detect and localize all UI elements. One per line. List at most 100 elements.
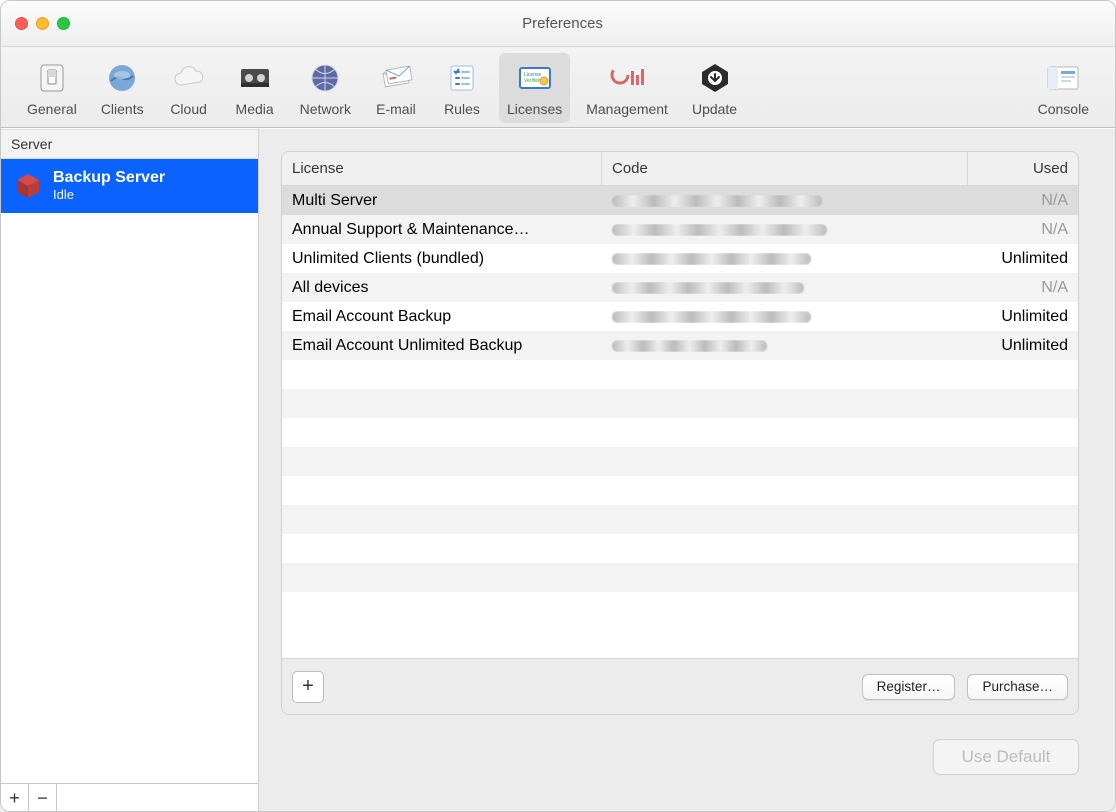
cell-license: Unlimited Clients (bundled) (282, 250, 602, 268)
update-icon (694, 57, 736, 99)
redacted-code (612, 253, 811, 265)
col-code[interactable]: Code (602, 152, 968, 185)
minimize-button[interactable] (36, 17, 49, 30)
register-button[interactable]: Register… (862, 674, 956, 700)
switch-icon (31, 57, 73, 99)
cell-code (602, 311, 968, 323)
table-row[interactable]: Multi Server N/A (282, 186, 1078, 215)
cell-license: Multi Server (282, 192, 602, 210)
zoom-button[interactable] (57, 17, 70, 30)
toolbar-label: General (27, 101, 77, 117)
tape-icon (234, 57, 276, 99)
window-title: Preferences (70, 15, 1055, 32)
licenses-panel: License Code Used Multi ServerN/AAnnual … (281, 151, 1079, 715)
table-row (282, 447, 1078, 476)
cell-license: Annual Support & Maintenance… (282, 221, 602, 239)
toolbar-item-rules[interactable]: Rules (433, 53, 491, 123)
panel-footer: + Register… Purchase… (282, 658, 1078, 714)
cell-code (602, 282, 968, 294)
toolbar: General Clients Cloud Media (1, 47, 1115, 128)
cell-used: Unlimited (968, 250, 1078, 268)
toolbar-label: E-mail (376, 101, 416, 117)
cell-used: Unlimited (968, 308, 1078, 326)
table-row[interactable]: Email Account Unlimited Backup Unlimited (282, 331, 1078, 360)
toolbar-item-cloud[interactable]: Cloud (160, 53, 218, 123)
content-pane: License Code Used Multi ServerN/AAnnual … (259, 129, 1115, 811)
table-row (282, 360, 1078, 389)
cell-license: All devices (282, 279, 602, 297)
table-row[interactable]: Unlimited Clients (bundled) Unlimited (282, 244, 1078, 273)
mail-icon (375, 57, 417, 99)
toolbar-item-media[interactable]: Media (226, 53, 284, 123)
col-used[interactable]: Used (968, 152, 1078, 185)
sidebar-item-text: Backup Server Idle (53, 169, 165, 203)
cell-code (602, 224, 968, 236)
traffic-lights (15, 17, 70, 30)
col-license[interactable]: License (282, 152, 602, 185)
network-icon (304, 57, 346, 99)
sidebar: Server Backup Server Idle + − (1, 129, 259, 811)
toolbar-item-licenses[interactable]: LicenseVerified Licenses (499, 53, 570, 123)
sidebar-add-button[interactable]: + (1, 784, 29, 812)
server-cube-icon (13, 171, 43, 201)
toolbar-item-console[interactable]: Console (1030, 53, 1097, 123)
toolbar-item-update[interactable]: Update (684, 53, 745, 123)
table-row (282, 563, 1078, 592)
dashboard-icon (606, 57, 648, 99)
cell-used: N/A (968, 192, 1078, 210)
close-button[interactable] (15, 17, 28, 30)
use-default-button[interactable]: Use Default (933, 739, 1079, 775)
toolbar-label: Console (1038, 101, 1089, 117)
licenses-table-body[interactable]: Multi ServerN/AAnnual Support & Maintena… (282, 186, 1078, 658)
purchase-button[interactable]: Purchase… (967, 674, 1068, 700)
table-row[interactable]: Email Account Backup Unlimited (282, 302, 1078, 331)
redacted-code (612, 340, 767, 352)
cell-code (602, 195, 968, 207)
licenses-table-header: License Code Used (282, 152, 1078, 186)
body: Server Backup Server Idle + − License (1, 129, 1115, 811)
license-icon: LicenseVerified (514, 57, 556, 99)
sidebar-item-server[interactable]: Backup Server Idle (1, 159, 258, 213)
table-row[interactable]: All devices N/A (282, 273, 1078, 302)
svg-text:Verified: Verified (524, 78, 541, 84)
cell-code (602, 340, 968, 352)
toolbar-label: Update (692, 101, 737, 117)
cell-used: N/A (968, 279, 1078, 297)
toolbar-item-management[interactable]: Management (578, 53, 676, 123)
cell-license: Email Account Backup (282, 308, 602, 326)
server-subtitle: Idle (53, 187, 165, 203)
redacted-code (612, 311, 811, 323)
sidebar-footer: + − (1, 783, 258, 811)
cell-used: Unlimited (968, 337, 1078, 355)
globe-icon (101, 57, 143, 99)
toolbar-item-network[interactable]: Network (292, 53, 359, 123)
console-icon (1042, 57, 1084, 99)
redacted-code (612, 282, 804, 294)
toolbar-label: Media (236, 101, 274, 117)
sidebar-remove-button[interactable]: − (29, 784, 57, 812)
toolbar-item-clients[interactable]: Clients (93, 53, 152, 123)
toolbar-label: Licenses (507, 101, 562, 117)
toolbar-item-general[interactable]: General (19, 53, 85, 123)
toolbar-item-email[interactable]: E-mail (367, 53, 425, 123)
table-row[interactable]: Annual Support & Maintenance… N/A (282, 215, 1078, 244)
table-row (282, 418, 1078, 447)
table-row (282, 534, 1078, 563)
cell-used: N/A (968, 221, 1078, 239)
add-license-button[interactable]: + (292, 671, 324, 703)
cloud-icon (168, 57, 210, 99)
redacted-code (612, 224, 827, 236)
toolbar-label: Network (300, 101, 351, 117)
toolbar-label: Clients (101, 101, 144, 117)
toolbar-label: Cloud (170, 101, 207, 117)
toolbar-label: Management (586, 101, 668, 117)
sidebar-header: Server (1, 129, 258, 159)
table-row (282, 505, 1078, 534)
cell-code (602, 253, 968, 265)
titlebar: Preferences (1, 1, 1115, 47)
server-title: Backup Server (53, 169, 165, 187)
cell-license: Email Account Unlimited Backup (282, 337, 602, 355)
table-row (282, 476, 1078, 505)
preferences-window: Preferences General Clients Cloud (0, 0, 1116, 812)
rules-icon (441, 57, 483, 99)
